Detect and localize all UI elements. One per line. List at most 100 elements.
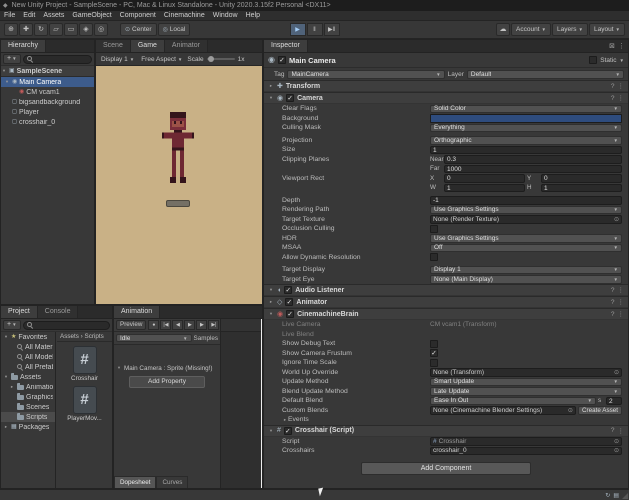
project-tree-item-scenes[interactable]: Scenes — [1, 402, 55, 412]
transform-tool-button[interactable]: ◈ — [79, 23, 93, 36]
object-field[interactable]: crosshair_0 ⊙ — [430, 446, 622, 455]
tab-dopesheet[interactable]: Dopesheet — [114, 476, 157, 488]
foldout-closed-icon[interactable]: ▸ — [9, 384, 15, 390]
display-dropdown[interactable]: Display 1 ▼ — [99, 54, 136, 65]
pivot-toggle-button[interactable]: ⊙ Center — [120, 23, 157, 36]
rotate-tool-button[interactable]: ↻ — [34, 23, 48, 36]
slider-knob[interactable] — [207, 56, 214, 62]
hierarchy-item-cm-vcam1[interactable]: ◉ CM vcam1 — [1, 87, 94, 97]
custom-tool-button[interactable]: ◎ — [94, 23, 108, 36]
record-button[interactable]: ● — [148, 320, 160, 330]
checkbox[interactable] — [430, 339, 438, 348]
rect-tool-button[interactable]: ▭ — [64, 23, 78, 36]
kebab-menu-icon[interactable]: ⋮ — [618, 310, 625, 318]
component-header-audio-listener[interactable]: ▾ ◖ ✓ Audio Listener? ⋮ — [264, 284, 628, 296]
enum-dropdown[interactable]: Use Graphics Settings ▼ — [430, 205, 622, 214]
checkbox[interactable] — [430, 358, 438, 367]
help-icon[interactable]: ? — [611, 311, 615, 318]
hierarchy-item-bigsandbackground[interactable]: ◻ bigsandbackground — [1, 97, 94, 107]
value-field[interactable]: 1 — [430, 145, 622, 154]
component-header-crosshair-script[interactable]: ▾ # ✓ Crosshair (Script)? ⋮ — [264, 424, 628, 437]
asset-playermov[interactable]: # PlayerMov... — [58, 386, 112, 422]
menu-file[interactable]: File — [0, 11, 19, 20]
hand-tool-button[interactable]: ⊕ — [4, 23, 18, 36]
active-checkbox[interactable]: ✓ — [277, 56, 286, 64]
foldout-open-icon[interactable]: ▾ — [268, 95, 274, 101]
enum-dropdown[interactable]: Solid Color ▼ — [430, 104, 622, 113]
tab-game[interactable]: Game — [130, 40, 165, 52]
layer-dropdown[interactable]: Default ▼ — [466, 69, 624, 79]
enable-checkbox[interactable]: ✓ — [286, 94, 295, 102]
create-asset-button[interactable]: Create Asset — [577, 405, 622, 415]
enable-checkbox[interactable]: ✓ — [284, 286, 293, 294]
play-button[interactable]: ▶ — [184, 320, 196, 330]
asset-crosshair[interactable]: # Crosshair — [58, 346, 112, 382]
enable-checkbox[interactable]: ✓ — [286, 310, 295, 318]
foldout-open-icon[interactable]: ▾ — [3, 374, 9, 380]
object-picker-icon[interactable]: ⊙ — [568, 407, 573, 414]
help-icon[interactable]: ? — [611, 83, 615, 90]
layout-dropdown[interactable]: Layout ▼ — [589, 23, 625, 36]
hierarchy-item-main-camera[interactable]: ▾ ◉ Main Camera — [1, 77, 94, 87]
progress-icon[interactable]: ▤ — [613, 493, 619, 499]
menu-assets[interactable]: Assets — [39, 11, 68, 20]
tab-hierarchy[interactable]: Hierarchy — [1, 40, 46, 52]
lock-icon[interactable]: ⊠ — [609, 40, 615, 53]
timeline-ruler[interactable] — [221, 319, 262, 332]
menu-component[interactable]: Component — [116, 11, 160, 20]
object-picker-icon[interactable]: ⊙ — [614, 216, 619, 223]
first-frame-button[interactable]: |◀ — [160, 320, 172, 330]
animation-timeline[interactable] — [220, 319, 262, 488]
menu-edit[interactable]: Edit — [19, 11, 39, 20]
animated-property-row[interactable]: ▾ Main Camera : Sprite (Missing!) — [114, 363, 220, 373]
create-asset-button[interactable]: + ▼ — [3, 320, 21, 330]
value-field[interactable]: -1 — [430, 196, 622, 205]
tab-scene[interactable]: Scene — [96, 40, 131, 52]
scale-tool-button[interactable]: ▱ — [49, 23, 63, 36]
project-tree-item-assets[interactable]: ▾ Assets — [1, 372, 55, 382]
checkbox[interactable] — [430, 253, 438, 262]
preview-toggle-button[interactable]: Preview — [116, 320, 147, 330]
clip-dropdown[interactable]: Idle ▼ — [116, 333, 192, 343]
enable-checkbox[interactable]: ✓ — [285, 298, 294, 306]
kebab-menu-icon[interactable]: ⋮ — [618, 82, 625, 90]
component-header-camera[interactable]: ▾ ◉ ✓ Camera? ⋮ — [264, 92, 628, 104]
object-picker-icon[interactable]: ⊙ — [614, 369, 619, 376]
object-picker-icon[interactable]: ⊙ — [614, 438, 619, 445]
tab-curves[interactable]: Curves — [156, 476, 189, 488]
enum-dropdown[interactable]: Smart Update ▼ — [430, 377, 622, 386]
tab-animation[interactable]: Animation — [114, 306, 161, 318]
enable-checkbox[interactable]: ✓ — [283, 426, 292, 435]
object-field[interactable]: # Crosshair ⊙ — [430, 437, 622, 446]
tab-console[interactable]: Console — [37, 306, 79, 318]
add-component-button[interactable]: Add Component — [361, 461, 531, 475]
play-button[interactable]: ▶ — [289, 23, 306, 36]
object-picker-icon[interactable]: ⊙ — [614, 447, 619, 454]
prev-frame-button[interactable]: ◀ — [172, 320, 184, 330]
project-tree-item-favorites[interactable]: ▾ ★ Favorites — [1, 332, 55, 342]
last-frame-button[interactable]: ▶| — [208, 320, 220, 330]
checkbox[interactable]: ✓ — [430, 349, 438, 358]
resize-grip[interactable] — [622, 493, 628, 499]
cloud-services-button[interactable]: ☁ — [496, 23, 511, 36]
foldout-open-icon[interactable]: ▾ — [116, 365, 122, 371]
foldout-open-icon[interactable]: ▾ — [1, 68, 7, 74]
pause-button[interactable]: ‖ — [306, 23, 323, 36]
scene-header-row[interactable]: ▾ ▣ SampleScene — [1, 66, 94, 77]
scale-slider[interactable] — [206, 56, 235, 62]
value-field[interactable]: 2 — [606, 396, 622, 405]
menu-help[interactable]: Help — [242, 11, 264, 20]
kebab-menu-icon[interactable]: ⋮ — [618, 427, 625, 435]
checkbox[interactable] — [430, 224, 438, 233]
object-field[interactable]: None (Cinemachine Blender Settings) ⊙ — [430, 406, 576, 415]
project-tree-item-all-prefabs[interactable]: All Prefabs — [1, 362, 55, 372]
enum-dropdown[interactable]: Orthographic ▼ — [430, 136, 622, 145]
project-tree-item-packages[interactable]: ▸ ▦ Packages — [1, 422, 55, 432]
kebab-menu-icon[interactable]: ⋮ — [618, 286, 625, 294]
project-tree-item-graphics[interactable]: Graphics — [1, 392, 55, 402]
hierarchy-item-crosshair-0[interactable]: ◻ crosshair_0 — [1, 117, 94, 127]
create-object-button[interactable]: + ▼ — [3, 54, 21, 64]
refresh-icon[interactable]: ↻ — [605, 493, 610, 499]
help-icon[interactable]: ? — [611, 95, 615, 102]
component-header-animator[interactable]: ▸ ◇ ✓ Animator? ⋮ — [264, 296, 628, 308]
